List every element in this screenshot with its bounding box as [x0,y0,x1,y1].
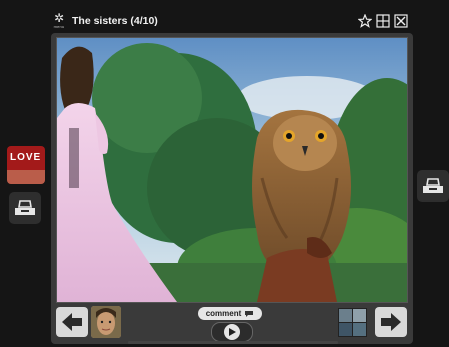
speech-bubble-icon [245,310,254,317]
main-photo [56,37,408,303]
bottom-toolbar: comment [51,303,413,344]
heart-icon [7,170,45,184]
grid-thumb [338,308,353,323]
grid-thumb [352,308,367,323]
grid-thumb [352,322,367,337]
tray-icon [423,178,443,193]
previous-button[interactable] [56,307,88,337]
menu-label: menu [53,24,65,29]
love-sticker-button[interactable]: LOVE [7,146,45,184]
comment-button[interactable]: comment [198,307,262,320]
arrow-right-icon [381,313,401,331]
star-icon[interactable] [358,14,372,28]
scroll-track[interactable] [128,341,338,344]
slideshow-control [211,322,253,342]
user-avatar-thumbnail[interactable] [91,306,121,338]
gear-icon: ✲ [53,11,65,25]
tray-button-left[interactable] [9,192,41,224]
arrow-left-icon [62,313,82,331]
title-bar: ✲ menu The sisters (4/10) [50,10,414,34]
photo-viewer-app: ✲ menu The sisters (4/10) comment LOVE [0,0,449,347]
next-button[interactable] [375,307,407,337]
menu-button[interactable]: ✲ menu [52,12,66,32]
gallery-grid-button[interactable] [338,308,367,337]
play-button[interactable] [224,324,240,340]
title-actions [358,14,408,28]
play-icon [229,328,236,336]
comment-label: comment [205,309,242,318]
tray-button-right[interactable] [417,170,449,202]
photo-title: The sisters (4/10) [72,15,158,27]
viewer-frame: comment [51,33,413,344]
close-icon[interactable] [394,14,408,28]
grid-thumb [338,322,353,337]
expand-icon[interactable] [376,14,390,28]
tray-icon [15,200,35,215]
